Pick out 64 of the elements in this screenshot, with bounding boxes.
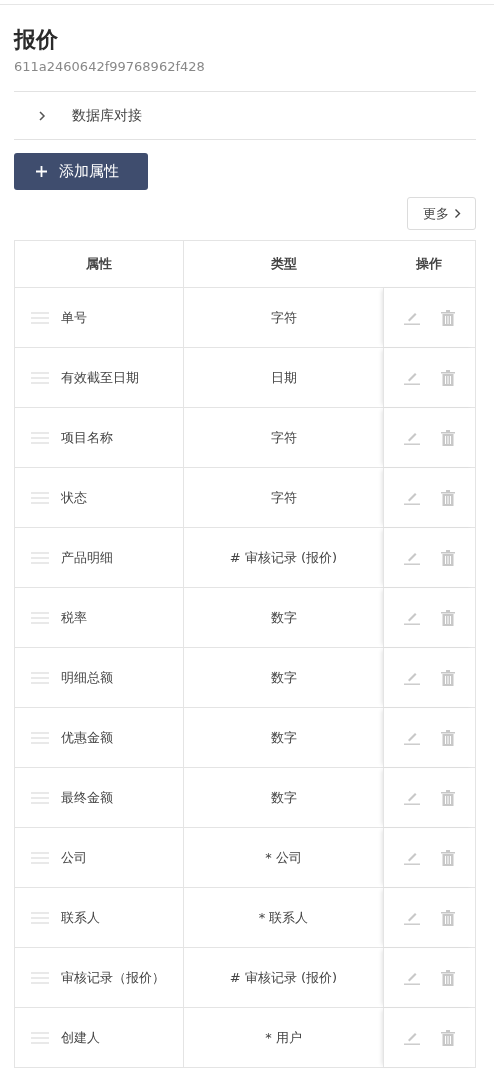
attribute-name: 单号 [61,308,87,327]
collapse-header[interactable]: 数据库对接 [14,91,476,140]
attribute-name: 明细总额 [61,668,113,687]
table-cell-text: 字符 [269,428,298,447]
delete-icon[interactable] [441,309,455,326]
edit-icon[interactable] [404,370,420,385]
table-cell-text: # 审核记录 (报价) [228,548,339,567]
delete-icon[interactable] [441,489,455,506]
collapse-label: 数据库对接 [72,106,142,125]
edit-icon[interactable] [404,310,420,325]
delete-icon[interactable] [441,969,455,986]
attribute-name: 项目名称 [61,428,113,447]
plus-icon [36,166,47,177]
attribute-name: 最终金额 [61,788,113,807]
attribute-name: 优惠金额 [61,728,113,747]
attribute-name: 联系人 [61,908,100,927]
table-cell-text: 字符 [269,488,298,507]
edit-icon[interactable] [404,490,420,505]
delete-icon[interactable] [441,549,455,566]
more-button[interactable]: 更多 [407,197,476,230]
add-attribute-button[interactable]: 添加属性 [14,153,148,190]
table-cell-text: 数字 [269,788,298,807]
table-cell-text: * 公司 [264,848,303,867]
edit-icon[interactable] [404,730,420,745]
attribute-name: 创建人 [61,1028,100,1047]
edit-icon[interactable] [404,910,420,925]
delete-icon[interactable] [441,369,455,386]
edit-icon[interactable] [404,790,420,805]
attribute-name: 状态 [61,488,87,507]
delete-icon[interactable] [441,429,455,446]
table-cell-text: # 审核记录 (报价) [228,968,339,987]
delete-icon[interactable] [441,729,455,746]
record-id: 611a2460642f99768962f428 [14,59,206,74]
table-cell-text: 数字 [269,668,298,687]
chevron-icon [38,109,46,122]
table-cell-text: * 用户 [264,1028,303,1047]
edit-icon[interactable] [404,610,420,625]
delete-icon[interactable] [441,1029,455,1046]
delete-icon[interactable] [441,849,455,866]
attribute-name: 产品明细 [61,548,113,567]
attribute-name: 审核记录（报价） [61,968,165,987]
delete-icon[interactable] [441,609,455,626]
edit-icon[interactable] [404,430,420,445]
table-cell-text: 数字 [269,728,298,747]
attribute-name: 税率 [61,608,87,627]
column-header: 操作 [415,255,443,273]
delete-icon[interactable] [441,909,455,926]
delete-icon[interactable] [441,669,455,686]
edit-icon[interactable] [404,1030,420,1045]
table-cell-text: * 联系人 [257,908,310,927]
attribute-name: 公司 [61,848,87,867]
chevron-icon [453,208,461,219]
delete-icon[interactable] [441,789,455,806]
column-header: 类型 [269,255,298,273]
page-title: 报价 [14,26,59,54]
edit-icon[interactable] [404,970,420,985]
column-header: 属性 [15,241,184,287]
table-cell-text: 数字 [269,608,298,627]
edit-icon[interactable] [404,550,420,565]
edit-icon[interactable] [404,850,420,865]
edit-icon[interactable] [404,670,420,685]
table-cell-text: 日期 [269,368,298,387]
attribute-name: 有效截至日期 [61,368,139,387]
table-cell-text: 字符 [269,308,298,327]
